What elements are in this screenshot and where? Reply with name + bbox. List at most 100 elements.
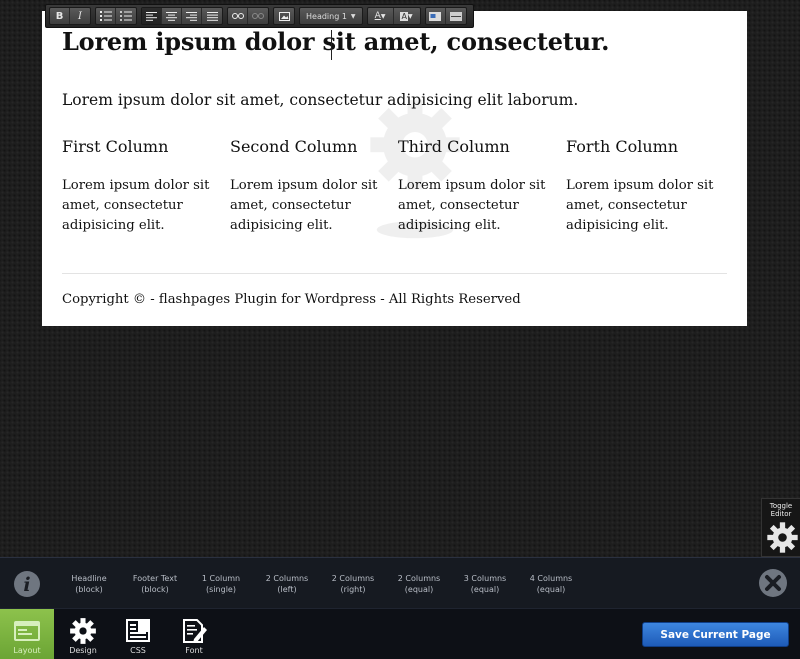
link-icon bbox=[231, 13, 244, 19]
footer-divider bbox=[62, 273, 727, 274]
layout-4-columns-equal[interactable]: 4 Columns (equal) bbox=[520, 573, 582, 595]
tab-design[interactable]: Design bbox=[56, 609, 110, 659]
ordered-list-icon bbox=[99, 11, 112, 21]
gear-icon bbox=[767, 522, 798, 553]
unlink-icon bbox=[252, 13, 264, 19]
font-icon bbox=[183, 619, 207, 643]
layout-item-line2: (single) bbox=[206, 585, 236, 594]
align-justify-icon bbox=[206, 11, 218, 21]
toolbar-group-image bbox=[273, 7, 295, 25]
toggle-editor-label-line1: Toggle bbox=[769, 502, 793, 510]
layout-item-line2: (block) bbox=[75, 585, 103, 594]
layout-2-columns-equal[interactable]: 2 Columns (equal) bbox=[388, 573, 450, 595]
column-text: Lorem ipsum dolor sit amet, consectetur … bbox=[62, 178, 210, 233]
layout-2-columns-right[interactable]: 2 Columns (right) bbox=[322, 573, 384, 595]
align-center-button[interactable] bbox=[162, 8, 182, 24]
layout-item-line1: 2 Columns bbox=[397, 574, 441, 583]
horizontal-rule-button[interactable] bbox=[446, 8, 466, 24]
layout-3-columns-equal[interactable]: 3 Columns (equal) bbox=[454, 573, 516, 595]
layout-item-line2: (right) bbox=[340, 585, 366, 594]
layout-item-line2: (block) bbox=[141, 585, 169, 594]
column-title: First Column bbox=[62, 137, 169, 156]
bottom-toolbar: Layout Design CSS Font Save Current Page bbox=[0, 608, 800, 659]
align-center-icon bbox=[166, 11, 177, 21]
toolbar-group-colors: A ▼ A ▼ bbox=[366, 7, 421, 25]
toolbar-group-links bbox=[227, 7, 269, 25]
save-current-page-button[interactable]: Save Current Page bbox=[642, 622, 789, 647]
layout-item-line1: 2 Columns bbox=[331, 574, 375, 583]
chevron-down-icon: ▼ bbox=[407, 12, 413, 20]
lead-paragraph[interactable]: Lorem ipsum dolor sit amet, consectetur … bbox=[62, 91, 578, 109]
align-left-icon bbox=[146, 11, 157, 21]
bold-button[interactable]: B bbox=[50, 8, 70, 24]
image-button[interactable] bbox=[274, 8, 294, 24]
layout-item-line1: Headline bbox=[71, 574, 107, 583]
layout-item-line2: (left) bbox=[277, 585, 297, 594]
italic-button[interactable]: I bbox=[70, 8, 90, 24]
tab-label: Design bbox=[69, 646, 97, 655]
align-right-icon bbox=[186, 11, 197, 21]
layout-2-columns-left[interactable]: 2 Columns (left) bbox=[256, 573, 318, 595]
info-icon[interactable]: i bbox=[13, 570, 41, 598]
toggle-editor-label-line2: Editor bbox=[770, 510, 792, 518]
column-second[interactable]: Second Column Lorem ipsum dolor sit amet… bbox=[230, 137, 390, 236]
ordered-list-button[interactable] bbox=[96, 8, 116, 24]
unordered-list-icon bbox=[120, 11, 132, 21]
toolbar-group-style: B I bbox=[49, 7, 91, 25]
background-color-button[interactable]: A ▼ bbox=[394, 8, 420, 24]
chevron-down-icon: ▼ bbox=[380, 12, 386, 20]
format-select[interactable]: Heading 1 ▼ bbox=[299, 7, 363, 25]
tab-label: Font bbox=[185, 646, 203, 655]
close-icon[interactable] bbox=[758, 568, 788, 598]
align-justify-button[interactable] bbox=[202, 8, 222, 24]
unlink-button[interactable] bbox=[248, 8, 268, 24]
tab-layout[interactable]: Layout bbox=[0, 609, 54, 659]
column-fourth[interactable]: Forth Column Lorem ipsum dolor sit amet,… bbox=[566, 137, 726, 236]
toggle-editor-button[interactable]: Toggle Editor bbox=[761, 498, 800, 557]
toolbar-group-align bbox=[141, 7, 223, 25]
formatting-toolbar: B I Heading 1 ▼ A ▼ A ▼ bbox=[45, 4, 474, 28]
column-first[interactable]: First Column Lorem ipsum dolor sit amet,… bbox=[62, 137, 222, 236]
gear-icon bbox=[70, 618, 96, 644]
layout-item-line1: Footer Text bbox=[132, 574, 178, 583]
image-icon bbox=[278, 11, 290, 21]
layout-1-column-single[interactable]: 1 Column (single) bbox=[190, 573, 252, 595]
css-icon bbox=[126, 619, 150, 642]
page-headline[interactable]: Lorem ipsum dolor sit amet, consectetur. bbox=[62, 27, 610, 56]
unordered-list-button[interactable] bbox=[116, 8, 136, 24]
chevron-down-icon: ▼ bbox=[350, 12, 356, 20]
layout-item-line1: 2 Columns bbox=[265, 574, 309, 583]
tab-font[interactable]: Font bbox=[167, 609, 221, 659]
layout-options-bar: i Headline (block) Footer Text (block) 1… bbox=[0, 557, 800, 608]
layout-item-line1: 4 Columns bbox=[529, 574, 573, 583]
italic-icon: I bbox=[78, 10, 82, 22]
align-right-button[interactable] bbox=[182, 8, 202, 24]
layout-headline-block[interactable]: Headline (block) bbox=[58, 573, 120, 595]
column-third[interactable]: Third Column Lorem ipsum dolor sit amet,… bbox=[398, 137, 558, 236]
tab-label: CSS bbox=[130, 646, 146, 655]
horizontal-rule-icon bbox=[449, 11, 462, 21]
footer-text[interactable]: Copyright © - flashpages Plugin for Word… bbox=[62, 292, 521, 307]
column-text: Lorem ipsum dolor sit amet, consectetur … bbox=[398, 178, 546, 233]
column-title: Third Column bbox=[398, 137, 510, 156]
media-button[interactable] bbox=[426, 8, 446, 24]
text-color-button[interactable]: A ▼ bbox=[368, 8, 394, 24]
align-left-button[interactable] bbox=[142, 8, 162, 24]
tab-css[interactable]: CSS bbox=[111, 609, 165, 659]
toolbar-group-insert bbox=[424, 7, 467, 25]
layout-item-line1: 3 Columns bbox=[463, 574, 507, 583]
toggle-editor-label: Toggle Editor bbox=[762, 502, 800, 518]
layout-item-line1: 1 Column bbox=[201, 574, 241, 583]
tab-label: Layout bbox=[13, 646, 41, 655]
svg-text:i: i bbox=[23, 574, 30, 596]
column-text: Lorem ipsum dolor sit amet, consectetur … bbox=[230, 178, 378, 233]
layout-item-line2: (equal) bbox=[404, 585, 434, 594]
layout-item-line2: (equal) bbox=[470, 585, 500, 594]
link-button[interactable] bbox=[228, 8, 248, 24]
column-title: Forth Column bbox=[566, 137, 679, 156]
editable-page[interactable]: Lorem ipsum dolor sit amet, consectetur.… bbox=[42, 11, 747, 326]
column-text: Lorem ipsum dolor sit amet, consectetur … bbox=[566, 178, 714, 233]
format-select-value: Heading 1 bbox=[306, 11, 347, 21]
media-icon bbox=[429, 11, 442, 21]
layout-footer-text-block[interactable]: Footer Text (block) bbox=[124, 573, 186, 595]
